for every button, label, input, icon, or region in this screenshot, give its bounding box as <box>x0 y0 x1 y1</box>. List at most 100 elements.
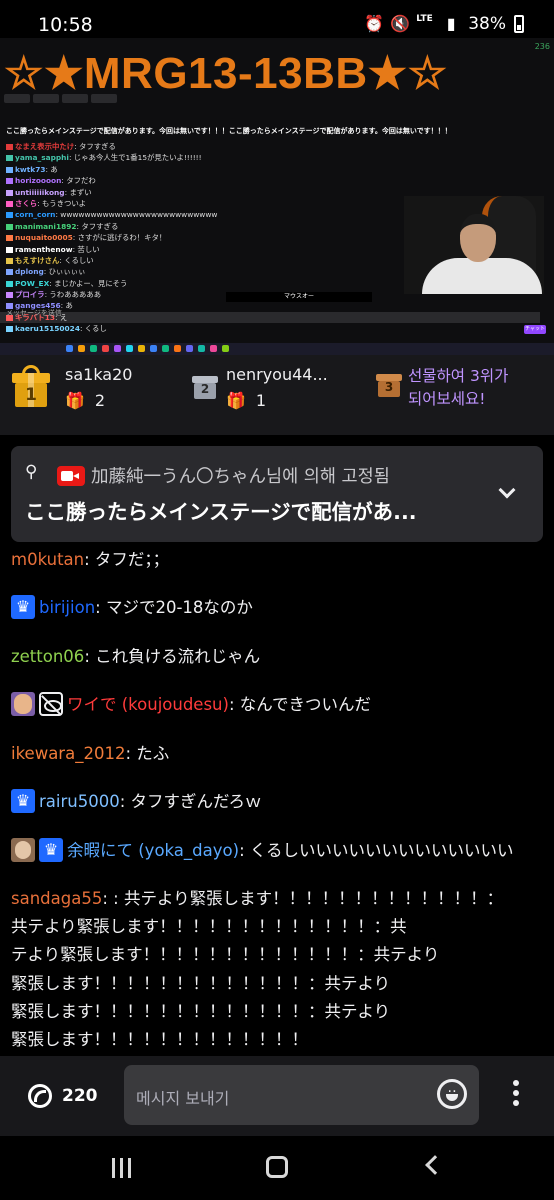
chat-message-input[interactable]: 메시지 보내기 <box>124 1065 479 1125</box>
stream-chat-line: untiiiiiikong: まずい <box>6 187 406 198</box>
chat-badge-icon <box>6 223 13 230</box>
battery-percent: 38% <box>468 14 506 34</box>
gift-third-prompt: 선물하여 3위가 되어보세요! <box>408 365 508 411</box>
chat-username[interactable]: sandaga55 <box>11 889 102 908</box>
gift-user-name: sa1ka20 <box>65 365 133 384</box>
stream-chat-user: untiiiiiikong <box>15 187 65 197</box>
stream-chat-list: なまえ表示中たけ: タフすぎる yama_sapphi: じゃあ今人生で1番15が… <box>0 141 540 335</box>
taskbar-app-icon <box>66 345 73 352</box>
chat-badge-icon <box>6 200 13 207</box>
stream-chat-user: POW_EX <box>15 278 50 288</box>
chat-text: テより緊張します！！！！！！！！！！！！！：共テより <box>11 945 440 965</box>
taskbar-app-icon <box>198 345 205 352</box>
gift-count: 🎁 2 <box>65 391 105 410</box>
gift-icon: 🎁 <box>226 391 246 410</box>
gift-count-value: 2 <box>94 391 106 410</box>
chat-username[interactable]: 余暇にて (yoka_dayo) <box>67 841 239 860</box>
pinned-message-card[interactable]: ⚲ 加藤純一うん〇ちゃん님에 의해 고정됨 ここ勝ったらメインステージで配信があ… <box>11 446 543 542</box>
emoji-picker-icon[interactable] <box>437 1079 467 1109</box>
gift-rank-number: 2 <box>200 382 210 396</box>
back-icon[interactable] <box>425 1155 445 1175</box>
more-options-icon[interactable] <box>511 1080 521 1110</box>
chat-badge-icon <box>6 280 13 287</box>
taskbar-app-icon <box>186 345 193 352</box>
taskbar-app-icon <box>90 345 97 352</box>
chat-badge-icon <box>6 166 13 173</box>
chat-badge-icon <box>6 235 13 242</box>
chat-username[interactable]: birijion <box>39 598 95 617</box>
crown-badge-icon <box>39 837 63 862</box>
stream-video[interactable]: 236 ☆★MRG13-13BB★☆ ここ勝ったらメインステージで配信があります… <box>0 38 554 355</box>
chat-message[interactable]: birijion: マジで20-18なのか <box>11 594 253 622</box>
chat-text: 緊張します！！！！！！！！！！！！！：共テより <box>11 973 391 993</box>
stream-chat-text: : さすがに逃げるわ！キタ！ <box>72 233 167 243</box>
stream-chat-line: なまえ表示中たけ: タフすぎる <box>6 141 406 152</box>
chevron-down-icon[interactable] <box>498 481 516 499</box>
chat-message[interactable]: ikewara_2012: たふ <box>11 740 169 768</box>
pinned-message-text: ここ勝ったらメインステージで配信があ... <box>25 500 417 524</box>
taskbar-app-icon <box>162 345 169 352</box>
taskbar-app-icon <box>222 345 229 352</box>
desktop-taskbar <box>0 343 554 355</box>
stream-tabs <box>4 94 117 103</box>
chat-badge-icon <box>6 155 13 162</box>
taskbar-app-icon <box>138 345 145 352</box>
stream-banner-title: ☆★MRG13-13BB★☆ <box>4 49 448 98</box>
stream-chat-text: : もうきついよ <box>37 198 87 208</box>
chat-message[interactable]: m0kutan: タフだ；； <box>11 546 169 574</box>
stream-chat-user: さくら <box>15 198 38 208</box>
stream-chat-text: : ひぃぃぃぃ <box>43 267 86 277</box>
home-icon[interactable] <box>266 1156 288 1178</box>
chat-message[interactable]: zetton06: これ負ける流れじゃん <box>11 643 260 671</box>
stream-chat-user: nuquaito0005 <box>15 233 73 243</box>
stream-pinned-line: ここ勝ったらメインステージで配信があります。今回は無いです！！！ここ勝ったらメイ… <box>6 127 452 135</box>
stream-input-placeholder: メッセージを送信 <box>6 309 62 317</box>
stream-chat-text: : まずい <box>64 187 92 197</box>
broadcaster-camera-icon <box>57 466 85 486</box>
stream-chat-line: kaeru15150024: くるし <box>6 323 406 334</box>
stream-chat-line: POW_EX: まじかよー、見にそう <box>6 278 406 289</box>
channel-points-button[interactable]: 220 <box>28 1084 98 1108</box>
chat-username[interactable]: ワイで (koujoudesu) <box>67 695 229 714</box>
stream-chat-line: corn_corn: wwwwwwwwwwwwwwwwwwwwwwwwww <box>6 209 406 220</box>
gift-icon: 🎁 <box>65 391 85 410</box>
gift-leaderboard: 1 sa1ka20 🎁 2 2 nenryou44... 🎁 1 3 선물하여 … <box>0 355 554 435</box>
chat-text: : : 共テより緊張します！！！！！！！！！！！！！： <box>102 889 504 908</box>
stream-chat-line: もえすけさん: くるしい <box>6 255 406 266</box>
battery-icon <box>514 15 524 33</box>
taskbar-app-icon <box>210 345 217 352</box>
chat-message[interactable]: ワイで (koujoudesu): なんできついんだ <box>11 691 371 719</box>
chat-text-line: sandaga55: : 共テより緊張します！！！！！！！！！！！！！： <box>11 885 545 913</box>
chat-username[interactable]: m0kutan <box>11 550 84 569</box>
recent-apps-icon[interactable] <box>112 1158 134 1180</box>
chat-badge-icon <box>6 269 13 276</box>
stream-chat-text: : タフすぎる <box>74 142 116 151</box>
stream-chat-line: さくら: もうきついよ <box>6 198 406 209</box>
stream-chat-user: horizoooon <box>15 176 62 186</box>
viewer-count: 236 <box>534 42 550 51</box>
taskbar-app-icon <box>102 345 109 352</box>
stream-chat-text: : くるし <box>79 324 107 334</box>
stream-chat-text: : wwwwwwwwwwwwwwwwwwwwwwwwww <box>55 210 218 220</box>
chat-username[interactable]: ikewara_2012 <box>11 744 125 763</box>
chat-username[interactable]: rairu5000 <box>39 792 120 811</box>
chat-message[interactable]: rairu5000: タフすぎんだろｗ <box>11 788 262 816</box>
channel-points-icon <box>28 1084 52 1108</box>
taskbar-app-icon <box>78 345 85 352</box>
stream-chat-line: horizoooon: タフだわ <box>6 175 406 186</box>
status-time: 10:58 <box>38 14 93 36</box>
chat-text: : なんできついんだ <box>228 695 371 714</box>
pinned-by-text: 加藤純一うん〇ちゃん님에 의해 고정됨 <box>91 467 390 487</box>
chat-message[interactable]: 余暇にて (yoka_dayo): くるしいいいいいいいいいいいいい <box>11 837 514 865</box>
gold-gift-icon: 1 <box>10 365 52 409</box>
chat-text-line: 共テより緊張します！！！！！！！！！！！！！：共 <box>11 913 545 941</box>
gift-user-name: nenryou44... <box>226 365 328 384</box>
silver-gift-icon: 2 <box>192 373 218 399</box>
chat-username[interactable]: zetton06 <box>11 647 84 666</box>
stream-chat-user: なまえ表示中たけ <box>15 142 75 151</box>
chat-badge-icon <box>6 257 13 264</box>
taskbar-app-icon <box>150 345 157 352</box>
stream-chat-line: yama_sapphi: じゃあ今人生で1番15が見たいよ!!!!!! <box>6 152 406 163</box>
taskbar-app-icon <box>126 345 133 352</box>
chat-message-long[interactable]: sandaga55: : 共テより緊張します！！！！！！！！！！！！！： 共テより… <box>11 885 545 1054</box>
